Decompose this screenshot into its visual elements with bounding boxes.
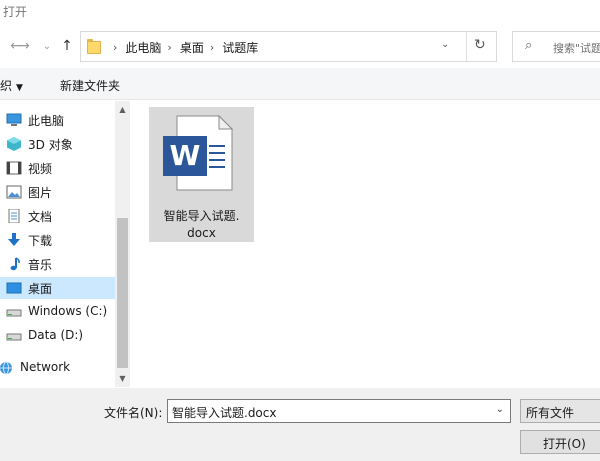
navigation-pane-scrollbar[interactable]: ▲ ▼: [115, 101, 130, 387]
sidebar-item-3d-objects[interactable]: 3D 对象: [0, 133, 115, 155]
3d-objects-icon: [7, 137, 21, 151]
sidebar-item-music[interactable]: 音乐: [0, 253, 115, 275]
network-icon: [0, 361, 12, 375]
sidebar-item-this-pc[interactable]: 此电脑: [0, 109, 115, 131]
breadcrumb-question-bank[interactable]: 试题库: [222, 39, 258, 56]
new-folder-button[interactable]: 新建文件夹: [60, 77, 120, 94]
sidebar-item-documents[interactable]: 文档: [0, 205, 115, 227]
file-list: W 智能导入试题. docx: [131, 101, 600, 387]
file-name-line-1: 智能导入试题.: [163, 209, 240, 223]
svg-text:W: W: [170, 139, 201, 172]
file-item[interactable]: W 智能导入试题. docx: [149, 107, 254, 242]
dialog-footer: 文件名(N): 智能导入试题.docx ⌄ 所有文件 打开(O): [0, 388, 600, 461]
address-bar[interactable]: › 此电脑 › 桌面 › 试题库 ⌄ ↻: [80, 31, 497, 62]
computer-icon: [6, 113, 22, 126]
sidebar-item-label: 音乐: [28, 258, 53, 272]
breadcrumb-chevron-icon[interactable]: ›: [167, 41, 171, 54]
filename-value: 智能导入试题.docx: [172, 406, 277, 420]
sidebar-item-label: Data (D:): [28, 328, 84, 342]
navigation-pane: 此电脑 3D 对象 视频 图片 文档 下载 音乐 桌面 Windows (C:)…: [0, 101, 130, 387]
open-button-label: 打开(O): [543, 437, 586, 451]
music-icon: [10, 257, 20, 271]
sidebar-item-label: 桌面: [28, 282, 53, 296]
sidebar-item-label: 视频: [28, 162, 53, 176]
search-input[interactable]: ⌕ 搜索"试题库": [512, 31, 600, 62]
title-bar: 打开: [0, 0, 600, 24]
address-divider: [466, 32, 467, 61]
sidebar-item-label: 图片: [28, 186, 53, 200]
sidebar-item-pictures[interactable]: 图片: [0, 181, 115, 203]
folder-icon: [87, 39, 101, 54]
desktop-icon: [6, 282, 22, 294]
sidebar-item-windows-c[interactable]: Windows (C:): [0, 301, 115, 323]
scrollbar-thumb[interactable]: [117, 218, 128, 368]
sidebar-item-label: Network: [20, 360, 71, 374]
open-button[interactable]: 打开(O): [520, 430, 600, 454]
recent-locations-chevron-icon[interactable]: ⌄: [37, 36, 57, 56]
file-name-line-2: docx: [187, 226, 216, 240]
organize-button[interactable]: 组织▼: [0, 77, 23, 94]
scroll-down-icon[interactable]: ▼: [115, 370, 130, 387]
command-toolbar: 组织▼ 新建文件夹: [0, 68, 600, 100]
sidebar-item-videos[interactable]: 视频: [0, 157, 115, 179]
sidebar-item-desktop[interactable]: 桌面: [0, 277, 115, 299]
sidebar-item-label: 文档: [28, 210, 53, 224]
word-document-icon: W: [163, 115, 233, 191]
filetype-value: 所有文件: [526, 406, 575, 420]
breadcrumb-chevron-icon[interactable]: ›: [210, 41, 214, 54]
filetype-select[interactable]: 所有文件: [520, 399, 600, 423]
window-title: 打开: [3, 5, 28, 19]
forward-arrow-icon[interactable]: →: [14, 36, 34, 56]
navigation-bar: ← → ⌄ ↑ › 此电脑 › 桌面 › 试题库 ⌄ ↻ ⌕ 搜索"试题库": [0, 24, 600, 68]
breadcrumb-this-pc[interactable]: 此电脑: [125, 39, 161, 56]
search-icon: ⌕: [525, 38, 533, 53]
drive-icon: [6, 333, 22, 341]
file-name: 智能导入试题. docx: [149, 208, 254, 242]
video-icon: [6, 161, 22, 175]
refresh-icon[interactable]: ↻: [474, 37, 486, 53]
scroll-up-icon[interactable]: ▲: [115, 101, 130, 118]
sidebar-item-network[interactable]: Network: [0, 357, 115, 379]
sidebar-item-downloads[interactable]: 下载: [0, 229, 115, 251]
sidebar-item-data-d[interactable]: Data (D:): [0, 325, 115, 347]
search-placeholder: 搜索"试题库": [553, 42, 600, 55]
address-history-dropdown-icon[interactable]: ⌄: [441, 39, 449, 50]
chevron-down-icon[interactable]: ⌄: [496, 404, 504, 415]
organize-label: 组织: [0, 79, 13, 93]
sidebar-item-label: Windows (C:): [28, 304, 108, 318]
pictures-icon: [6, 185, 22, 199]
filename-field[interactable]: 智能导入试题.docx ⌄: [167, 399, 511, 423]
breadcrumb-desktop[interactable]: 桌面: [180, 39, 204, 56]
breadcrumb-chevron-icon[interactable]: ›: [113, 41, 117, 54]
sidebar-item-label: 下载: [28, 234, 53, 248]
sidebar-item-label: 此电脑: [28, 114, 65, 128]
up-arrow-icon[interactable]: ↑: [57, 36, 77, 56]
documents-icon: [8, 209, 20, 223]
breadcrumb: › 此电脑 › 桌面 › 试题库: [107, 39, 258, 56]
drive-icon: [6, 309, 22, 317]
sidebar-item-label: 3D 对象: [28, 138, 73, 152]
download-icon: [8, 233, 20, 246]
caret-down-icon: ▼: [16, 83, 23, 93]
filename-label: 文件名(N):: [104, 406, 163, 420]
